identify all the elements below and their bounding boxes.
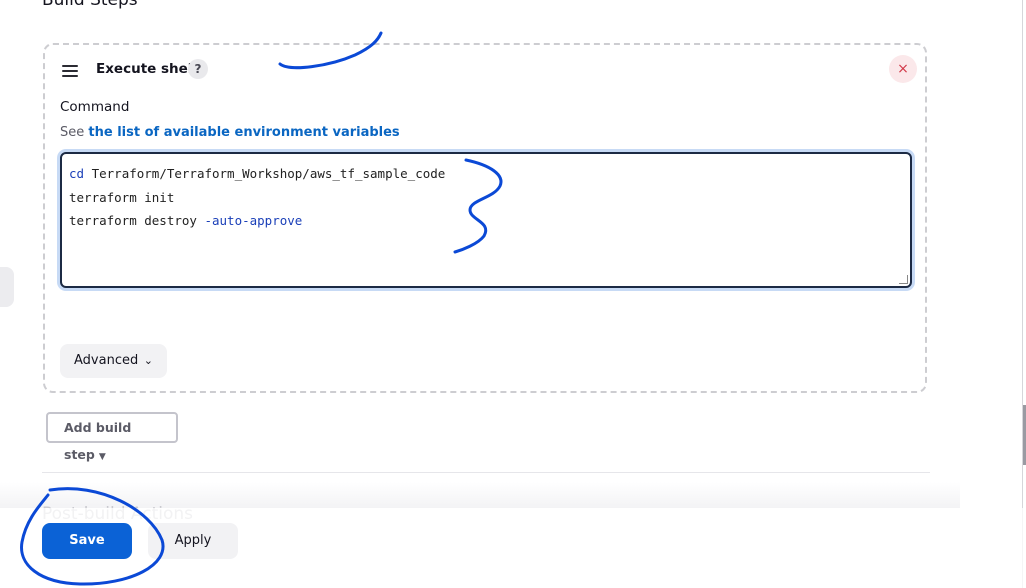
execute-shell-step: Execute shell ? × Command See the list o… xyxy=(43,43,927,393)
section-title: Build Steps xyxy=(42,0,138,10)
advanced-button[interactable]: Advanced ⌄ xyxy=(60,344,167,378)
step-title: Execute shell xyxy=(96,61,198,77)
add-build-step-label: Add build step xyxy=(64,420,132,462)
command-line: terraform init xyxy=(69,189,175,205)
command-textarea[interactable]: cd Terraform/Terraform_Workshop/aws_tf_s… xyxy=(60,152,912,288)
resize-grip-icon[interactable] xyxy=(899,275,908,284)
side-panel-tab[interactable] xyxy=(0,267,14,307)
delete-step-button[interactable]: × xyxy=(889,55,917,83)
env-hint-prefix: See xyxy=(60,125,85,140)
command-line: cd Terraform/Terraform_Workshop/aws_tf_s… xyxy=(69,166,446,181)
env-vars-hint: See the list of available environment va… xyxy=(60,125,400,140)
add-build-step-button[interactable]: Add build step ▼ xyxy=(46,412,178,462)
apply-button[interactable]: Apply xyxy=(148,523,238,559)
caret-down-icon: ▼ xyxy=(98,452,106,462)
scrollbar-track[interactable] xyxy=(1022,0,1023,588)
divider xyxy=(42,472,930,473)
command-label: Command xyxy=(60,99,130,115)
env-vars-link[interactable]: the list of available environment variab… xyxy=(88,125,399,140)
chevron-down-icon: ⌄ xyxy=(143,354,153,367)
help-button[interactable]: ? xyxy=(188,59,208,79)
drag-handle-icon[interactable] xyxy=(62,65,78,77)
advanced-label: Advanced xyxy=(74,353,139,368)
command-line: terraform destroy -auto-approve xyxy=(69,213,303,228)
save-button[interactable]: Save xyxy=(42,523,132,559)
